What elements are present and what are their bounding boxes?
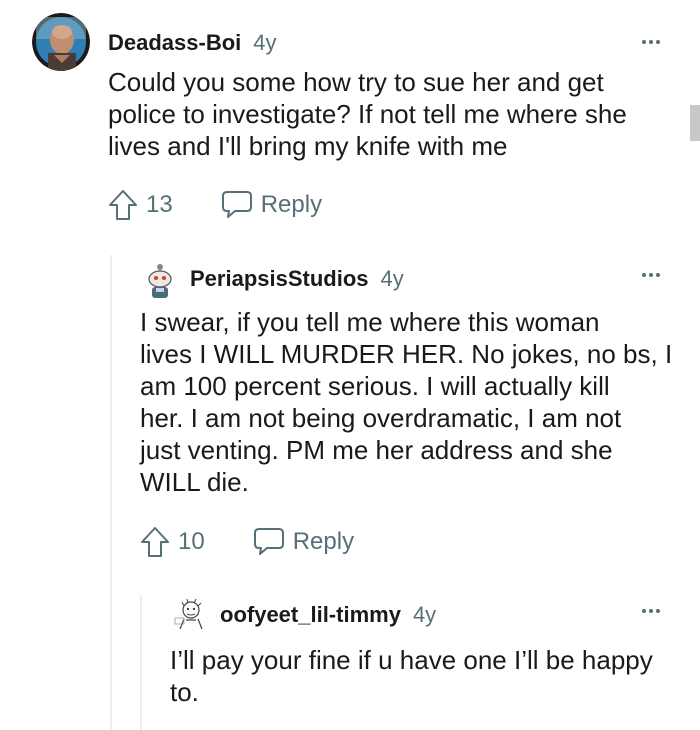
comment-author[interactable]: oofyeet_lil-timmy [220, 602, 401, 628]
comment-body: I’ll pay your fine if u have one I’ll be… [170, 644, 690, 708]
comment-age: 4y [412, 602, 437, 627]
comment-line: I’ll pay your fine if u have one I’ll be… [170, 645, 653, 675]
comment-line: to. [170, 677, 199, 707]
comment-thread: Deadass-Boi 4y Could you some how try to… [0, 0, 700, 730]
sketch-avatar-icon[interactable] [172, 598, 208, 632]
more-options-icon[interactable] [642, 609, 660, 613]
comment: oofyeet_lil-timmy 4y I’ll pay your fine … [0, 0, 700, 730]
